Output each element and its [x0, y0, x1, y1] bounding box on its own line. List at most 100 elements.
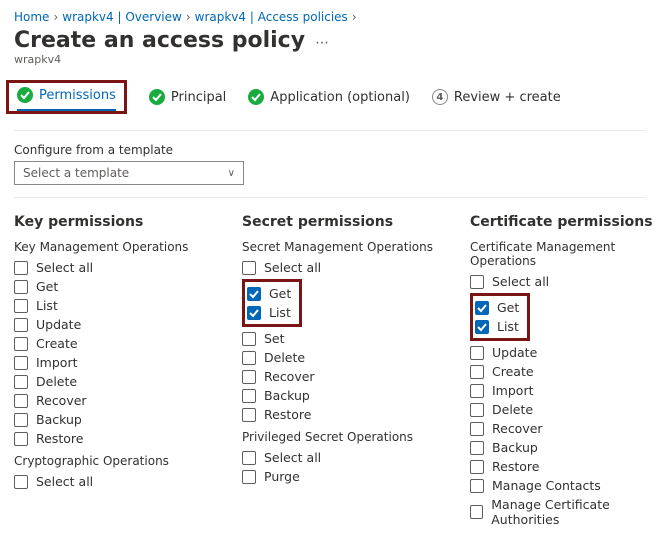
- key-update[interactable]: Update: [14, 315, 214, 334]
- chevron-right-icon: ›: [186, 10, 191, 24]
- key-mgmt-subhead: Key Management Operations: [14, 240, 214, 254]
- secret-permissions-column: Secret permissions Secret Management Ope…: [242, 214, 442, 529]
- checkbox-label: Set: [264, 331, 285, 346]
- secret-privileged-subhead: Privileged Secret Operations: [242, 430, 442, 444]
- key-permissions-heading: Key permissions: [14, 214, 214, 230]
- tab-principal[interactable]: Principal: [149, 89, 226, 105]
- page-title: Create an access policy: [14, 28, 305, 53]
- key-select-all[interactable]: Select all: [14, 258, 214, 277]
- checkbox-icon: [14, 261, 28, 275]
- cert-import[interactable]: Import: [470, 381, 660, 400]
- key-list[interactable]: List: [14, 296, 214, 315]
- secret-set[interactable]: Set: [242, 329, 442, 348]
- cert-list[interactable]: List: [475, 317, 519, 336]
- breadcrumb-access-policies[interactable]: wrapkv4 | Access policies: [195, 10, 348, 24]
- checkbox-icon: [475, 301, 489, 315]
- template-select[interactable]: Select a template ∨: [14, 161, 244, 185]
- key-backup[interactable]: Backup: [14, 410, 214, 429]
- checkbox-icon: [247, 306, 261, 320]
- cert-create[interactable]: Create: [470, 362, 660, 381]
- checkbox-icon: [475, 320, 489, 334]
- secret-privileged-select-all[interactable]: Select all: [242, 448, 442, 467]
- checkbox-icon: [14, 413, 28, 427]
- key-delete[interactable]: Delete: [14, 372, 214, 391]
- cert-update[interactable]: Update: [470, 343, 660, 362]
- check-icon: [17, 87, 33, 103]
- checkbox-label: Purge: [264, 469, 300, 484]
- cert-manage-ca[interactable]: Manage Certificate Authorities: [470, 495, 660, 529]
- checkbox-icon: [242, 408, 256, 422]
- key-get[interactable]: Get: [14, 277, 214, 296]
- cert-select-all[interactable]: Select all: [470, 272, 660, 291]
- key-permissions-column: Key permissions Key Management Operation…: [14, 214, 214, 529]
- tab-permissions[interactable]: Permissions: [17, 87, 116, 111]
- tab-label: Permissions: [39, 88, 116, 103]
- checkbox-icon: [14, 356, 28, 370]
- checkbox-icon: [242, 370, 256, 384]
- checkbox-label: Restore: [492, 459, 539, 474]
- checkbox-label: Delete: [36, 374, 77, 389]
- checkbox-label: Create: [36, 336, 78, 351]
- checkbox-label: Update: [492, 345, 537, 360]
- checkbox-icon: [14, 318, 28, 332]
- cert-delete[interactable]: Delete: [470, 400, 660, 419]
- key-crypto-select-all[interactable]: Select all: [14, 472, 214, 491]
- checkbox-label: Manage Certificate Authorities: [491, 497, 660, 527]
- certificate-permissions-heading: Certificate permissions: [470, 214, 660, 230]
- checkbox-label: Select all: [36, 260, 93, 275]
- checkbox-icon: [247, 287, 261, 301]
- checkbox-icon: [470, 422, 484, 436]
- checkbox-label: Update: [36, 317, 81, 332]
- template-config: Configure from a template Select a templ…: [0, 139, 660, 191]
- secret-list[interactable]: List: [247, 303, 291, 322]
- key-recover[interactable]: Recover: [14, 391, 214, 410]
- cert-restore[interactable]: Restore: [470, 457, 660, 476]
- key-import[interactable]: Import: [14, 353, 214, 372]
- breadcrumb-home[interactable]: Home: [14, 10, 49, 24]
- checkbox-label: Manage Contacts: [492, 478, 601, 493]
- cert-recover[interactable]: Recover: [470, 419, 660, 438]
- secret-backup[interactable]: Backup: [242, 386, 442, 405]
- secret-delete[interactable]: Delete: [242, 348, 442, 367]
- divider: [14, 197, 646, 198]
- checkbox-label: Recover: [264, 369, 315, 384]
- checkbox-label: Select all: [492, 274, 549, 289]
- more-icon[interactable]: ⋯: [315, 35, 329, 51]
- checkbox-icon: [242, 261, 256, 275]
- checkbox-label: Backup: [36, 412, 82, 427]
- secret-get[interactable]: Get: [247, 284, 291, 303]
- chevron-right-icon: ›: [352, 10, 357, 24]
- page-subtitle: wrapkv4: [0, 53, 660, 76]
- tab-review-create[interactable]: 4 Review + create: [432, 89, 561, 105]
- check-icon: [248, 89, 264, 105]
- certificate-permissions-column: Certificate permissions Certificate Mana…: [470, 214, 660, 529]
- checkbox-label: Get: [269, 286, 291, 301]
- wizard-tabs: Permissions Principal Application (optio…: [0, 76, 660, 124]
- secret-restore[interactable]: Restore: [242, 405, 442, 424]
- checkbox-label: List: [36, 298, 58, 313]
- cert-backup[interactable]: Backup: [470, 438, 660, 457]
- key-restore[interactable]: Restore: [14, 429, 214, 448]
- tab-label: Principal: [171, 90, 226, 105]
- checkbox-icon: [470, 365, 484, 379]
- checkbox-label: Backup: [492, 440, 538, 455]
- checkbox-icon: [470, 441, 484, 455]
- breadcrumb-kv-overview[interactable]: wrapkv4 | Overview: [62, 10, 182, 24]
- tab-application[interactable]: Application (optional): [248, 89, 410, 105]
- checkbox-label: Backup: [264, 388, 310, 403]
- checkbox-label: Get: [497, 300, 519, 315]
- chevron-right-icon: ›: [53, 10, 58, 24]
- checkbox-label: Recover: [492, 421, 543, 436]
- secret-select-all[interactable]: Select all: [242, 258, 442, 277]
- step-number-icon: 4: [432, 89, 448, 105]
- checkbox-label: List: [269, 305, 291, 320]
- checkbox-icon: [14, 475, 28, 489]
- key-create[interactable]: Create: [14, 334, 214, 353]
- cert-manage-contacts[interactable]: Manage Contacts: [470, 476, 660, 495]
- secret-purge[interactable]: Purge: [242, 467, 442, 486]
- checkbox-icon: [470, 346, 484, 360]
- cert-get[interactable]: Get: [475, 298, 519, 317]
- highlight-cert-get-list: Get List: [470, 293, 530, 341]
- checkbox-label: Import: [36, 355, 78, 370]
- secret-recover[interactable]: Recover: [242, 367, 442, 386]
